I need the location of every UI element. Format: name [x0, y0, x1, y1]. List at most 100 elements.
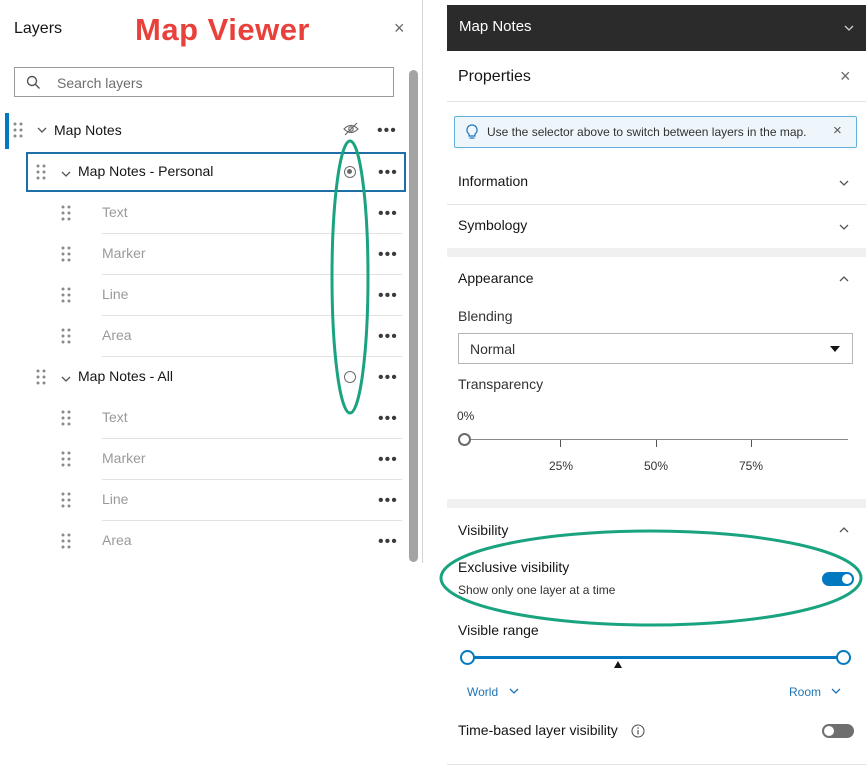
divider: [447, 764, 866, 765]
chevron-down-icon[interactable]: [61, 371, 71, 389]
properties-title: Properties: [458, 68, 531, 85]
notice-text: Use the selector above to switch between…: [487, 125, 807, 139]
drag-handle-icon[interactable]: [36, 369, 46, 390]
annotation-ellipse: [330, 139, 370, 415]
drag-handle-icon[interactable]: [61, 410, 71, 431]
layer-row[interactable]: Area •••: [50, 521, 406, 561]
layers-scrollbar[interactable]: [409, 70, 418, 562]
drag-handle-icon[interactable]: [61, 533, 71, 554]
layers-panel: Layers × Map Notes ••• Map Notes - Perso…: [0, 0, 423, 563]
map-viewer-watermark: Map Viewer: [135, 12, 311, 47]
chevron-down-icon[interactable]: [37, 125, 47, 135]
blending-label: Blending: [458, 308, 513, 324]
chevron-up-icon[interactable]: [839, 274, 849, 284]
tick-label-75: 75%: [739, 459, 764, 473]
group-label: Map Notes: [54, 122, 122, 138]
drag-handle-icon[interactable]: [61, 451, 71, 472]
chevron-down-icon: [832, 688, 841, 694]
blending-select[interactable]: Normal: [458, 333, 853, 364]
layer-label: Marker: [102, 245, 146, 261]
search-layers-field[interactable]: [14, 67, 394, 97]
range-max-handle[interactable]: [836, 650, 851, 665]
current-scale-marker: [614, 661, 622, 668]
divider: [447, 101, 866, 102]
chevron-down-icon[interactable]: [839, 178, 849, 188]
drag-handle-icon[interactable]: [36, 164, 46, 185]
range-min-value: World: [467, 685, 499, 699]
symbology-section[interactable]: Symbology: [447, 204, 866, 248]
layer-label: Text: [102, 409, 128, 425]
layer-more-button[interactable]: •••: [378, 534, 398, 550]
sublayer-more-button[interactable]: •••: [378, 165, 398, 181]
section-gap: [447, 499, 866, 508]
range-max-dropdown[interactable]: Room: [789, 683, 841, 701]
section-gap: [447, 248, 866, 257]
layer-more-button[interactable]: •••: [378, 411, 398, 427]
transparency-label: Transparency: [458, 376, 544, 392]
drag-handle-icon[interactable]: [61, 205, 71, 226]
symbology-title: Symbology: [458, 217, 528, 233]
sublayer-more-button[interactable]: •••: [378, 370, 398, 386]
range-min-dropdown[interactable]: World: [467, 683, 519, 701]
drag-handle-icon[interactable]: [13, 122, 23, 138]
layer-label: Line: [102, 286, 129, 302]
drag-handle-icon[interactable]: [61, 246, 71, 267]
caret-down-icon: [830, 346, 840, 352]
layer-row[interactable]: Marker •••: [50, 439, 406, 479]
layer-label: Area: [102, 532, 132, 548]
chevron-down-icon[interactable]: [839, 222, 849, 232]
layer-selector-bar[interactable]: Map Notes: [447, 5, 866, 51]
chevron-down-icon[interactable]: [61, 166, 71, 184]
layer-label: Text: [102, 204, 128, 220]
annotation-ellipse: [439, 529, 863, 627]
transparency-slider-handle[interactable]: [458, 433, 471, 446]
sublayer-label: Map Notes - All: [78, 368, 173, 384]
time-based-visibility-label: Time-based layer visibility: [458, 722, 618, 738]
drag-handle-icon[interactable]: [61, 328, 71, 349]
information-section[interactable]: Information: [447, 160, 866, 204]
range-min-handle[interactable]: [460, 650, 475, 665]
layer-more-button[interactable]: •••: [378, 493, 398, 509]
layer-row[interactable]: Line •••: [50, 480, 406, 520]
notice-banner: Use the selector above to switch between…: [454, 116, 857, 148]
layer-label: Area: [102, 327, 132, 343]
properties-close-button[interactable]: ×: [840, 66, 851, 87]
layer-more-button[interactable]: •••: [378, 288, 398, 304]
layer-selector-title: Map Notes: [459, 18, 532, 35]
layer-more-button[interactable]: •••: [378, 247, 398, 263]
sublayer-label: Map Notes - Personal: [78, 163, 214, 179]
tick-50: [656, 440, 657, 447]
group-more-button[interactable]: •••: [377, 123, 397, 139]
blending-value: Normal: [470, 341, 516, 357]
chevron-down-icon: [509, 688, 519, 694]
layer-more-button[interactable]: •••: [378, 329, 398, 345]
information-title: Information: [458, 173, 529, 189]
tick-label-50: 50%: [644, 459, 669, 473]
visible-range-label: Visible range: [458, 622, 539, 638]
toggle-knob: [824, 726, 834, 736]
drag-handle-icon[interactable]: [61, 492, 71, 513]
range-max-value: Room: [789, 685, 822, 699]
time-based-visibility-toggle[interactable]: [822, 724, 854, 738]
appearance-section-header[interactable]: Appearance: [447, 257, 866, 297]
visible-range-track: [467, 656, 844, 659]
search-icon: [26, 75, 40, 89]
transparency-value: 0%: [457, 409, 475, 423]
layer-more-button[interactable]: •••: [378, 206, 398, 222]
layers-close-button[interactable]: ×: [394, 18, 405, 39]
info-icon[interactable]: [631, 724, 645, 738]
appearance-title: Appearance: [458, 270, 534, 286]
lightbulb-icon: [466, 124, 478, 139]
layers-panel-title: Layers: [14, 20, 63, 37]
layer-label: Line: [102, 491, 129, 507]
tick-label-25: 25%: [549, 459, 574, 473]
layer-label: Marker: [102, 450, 146, 466]
eye-off-icon[interactable]: [343, 122, 359, 136]
tick-75: [751, 440, 752, 447]
search-input[interactable]: [55, 72, 379, 94]
notice-close-button[interactable]: ×: [833, 122, 842, 139]
tick-25: [560, 440, 561, 447]
layer-more-button[interactable]: •••: [378, 452, 398, 468]
chevron-down-icon[interactable]: [844, 23, 854, 33]
drag-handle-icon[interactable]: [61, 287, 71, 308]
